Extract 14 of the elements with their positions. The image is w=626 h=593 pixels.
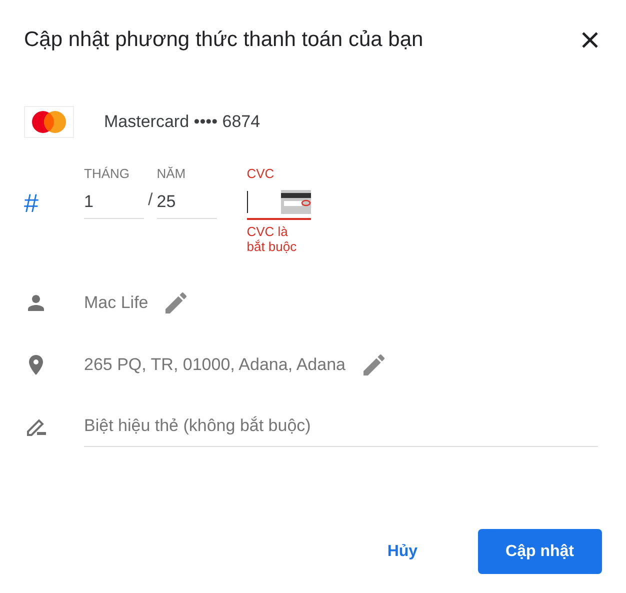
number-sign: # bbox=[24, 188, 40, 219]
name-text: Mac Life bbox=[84, 293, 148, 313]
address-text: 265 PQ, TR, 01000, Adana, Adana bbox=[84, 355, 346, 375]
card-logo-icon bbox=[24, 106, 74, 138]
error-message: CVC là bắt buộc bbox=[246, 224, 298, 254]
field-label: NĂM bbox=[156, 166, 187, 182]
field-label: THÁNG bbox=[84, 166, 130, 182]
separator: / bbox=[148, 190, 153, 210]
update-button[interactable]: Cập nhật bbox=[478, 529, 602, 574]
card-back-icon bbox=[280, 190, 311, 214]
dialog-title: Cập nhật phương thức thanh toán của bạn bbox=[24, 28, 424, 52]
field-label: CVC bbox=[246, 166, 276, 182]
cancel-button[interactable]: Hủy bbox=[359, 529, 446, 574]
card-name: Mastercard •••• 6874 bbox=[104, 112, 260, 132]
